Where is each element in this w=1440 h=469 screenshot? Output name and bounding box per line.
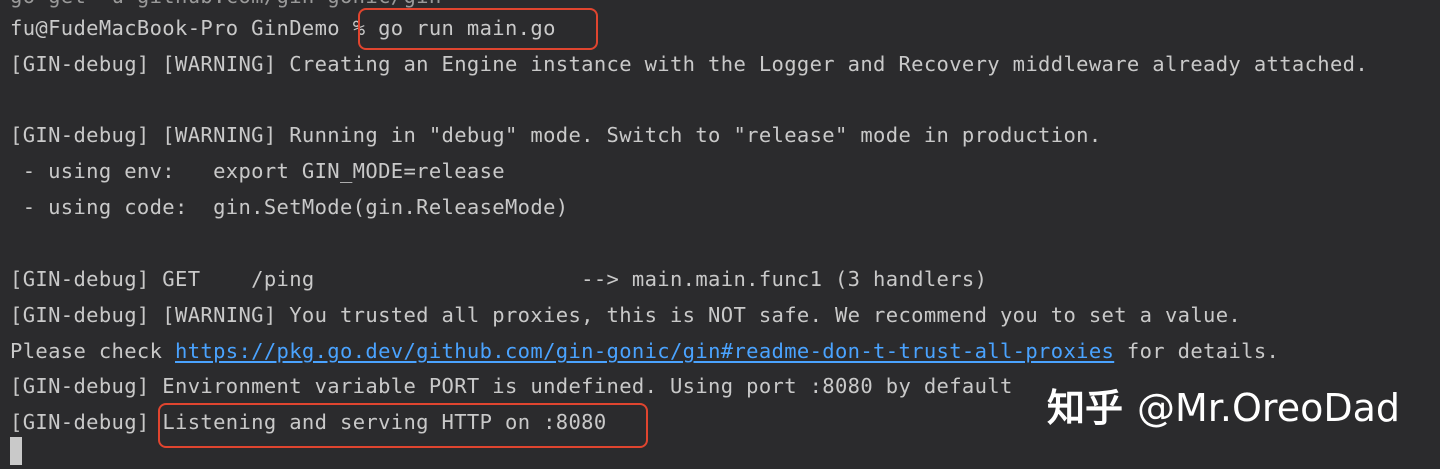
terminal-text: [GIN-debug] — [10, 410, 163, 434]
terminal-line: [GIN-debug] GET /ping --> main.main.func… — [10, 267, 988, 291]
prompt-user: fu@FudeMacBook-Pro GinDemo — [10, 16, 353, 40]
listening-highlight-box — [158, 403, 648, 448]
terminal-cursor — [10, 437, 22, 465]
terminal-line: - using code: gin.SetMode(gin.ReleaseMod… — [10, 195, 569, 219]
terminal-line: [GIN-debug] [WARNING] You trusted all pr… — [10, 303, 1242, 327]
watermark-author: @Mr.OreoDad — [1137, 386, 1400, 430]
terminal-line: [GIN-debug] [WARNING] Running in "debug"… — [10, 123, 1102, 147]
terminal-line: [GIN-debug] Environment variable PORT is… — [10, 374, 1013, 398]
command-highlight-box — [358, 8, 598, 50]
proxies-doc-link[interactable]: https://pkg.go.dev/github.com/gin-gonic/… — [175, 339, 1114, 363]
terminal-text: for details. — [1114, 339, 1280, 363]
watermark-site: 知乎 — [1046, 386, 1123, 430]
terminal-text: Please check — [10, 339, 175, 363]
terminal-window[interactable]: go get -u github.com/gin-gonic/gin fu@Fu… — [0, 0, 1440, 469]
terminal-line: [GIN-debug] [WARNING] Creating an Engine… — [10, 52, 1369, 76]
terminal-line: - using env: export GIN_MODE=release — [10, 159, 505, 183]
terminal-line-proxy-link: Please check https://pkg.go.dev/github.c… — [10, 337, 1279, 365]
zhihu-watermark: 知乎 @Mr.OreoDad — [1047, 382, 1400, 434]
